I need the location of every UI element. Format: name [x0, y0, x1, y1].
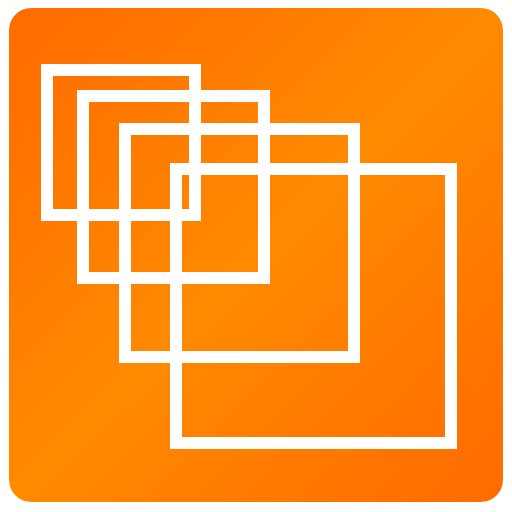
overlapping-squares-icon — [9, 8, 503, 502]
app-icon — [9, 8, 503, 502]
